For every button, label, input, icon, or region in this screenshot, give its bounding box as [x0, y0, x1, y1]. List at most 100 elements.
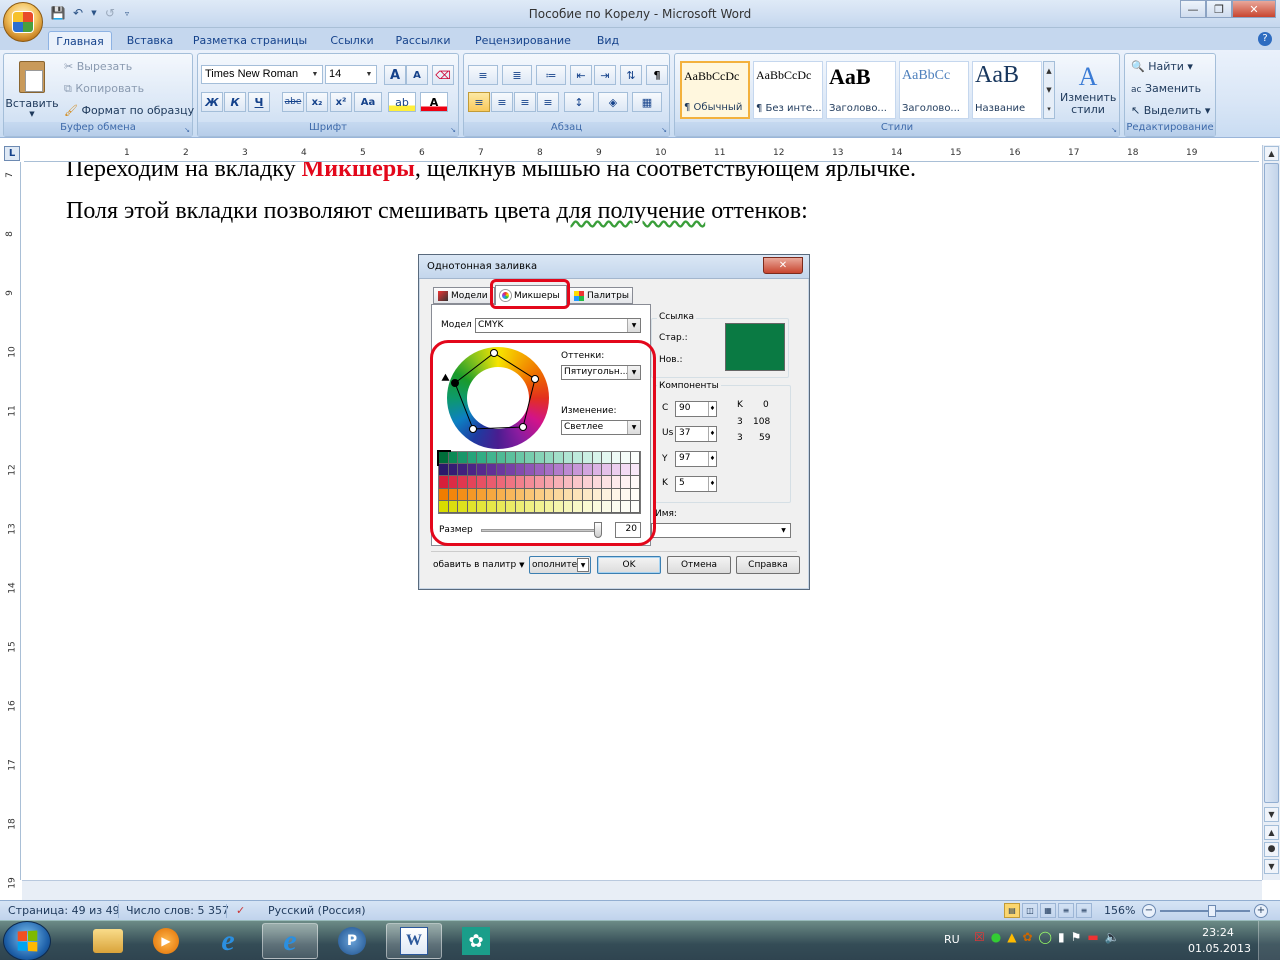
scroll-thumb[interactable]: [1264, 163, 1279, 803]
draft-icon[interactable]: ≡: [1076, 903, 1092, 918]
justify-icon[interactable]: ≡: [537, 92, 559, 112]
scroll-down-icon[interactable]: ▼: [1264, 807, 1279, 822]
dialog-launcher-icon[interactable]: ↘: [1111, 126, 1117, 134]
sort-icon[interactable]: ⇅: [620, 65, 642, 85]
find-button[interactable]: 🔍 Найти ▾: [1131, 60, 1193, 73]
shading-icon[interactable]: ◈: [598, 92, 628, 112]
format-painter-button[interactable]: 🖌 Формат по образцу: [64, 104, 194, 117]
dialog-launcher-icon[interactable]: ↘: [661, 126, 667, 134]
taskbar-ie-active[interactable]: e: [262, 923, 318, 959]
prev-page-icon[interactable]: ▲: [1264, 825, 1279, 840]
shrink-font-button[interactable]: A: [406, 65, 428, 85]
styles-scroll[interactable]: ▲ ▼ ▾: [1043, 61, 1055, 119]
replace-button[interactable]: ac Заменить: [1131, 82, 1201, 95]
strikethrough-button[interactable]: abe: [282, 92, 304, 112]
close-button[interactable]: ✕: [1232, 0, 1276, 18]
taskbar-word[interactable]: W: [386, 923, 442, 959]
office-button[interactable]: [3, 2, 43, 42]
full-screen-reading-icon[interactable]: ◫: [1022, 903, 1038, 918]
help-icon[interactable]: ?: [1258, 32, 1272, 46]
grow-font-button[interactable]: A: [384, 65, 406, 85]
vertical-scrollbar[interactable]: ▲ ▼ ▲ ● ▼: [1262, 145, 1280, 880]
tab-mailings[interactable]: Рассылки: [390, 31, 456, 50]
dialog-launcher-icon[interactable]: ↘: [184, 126, 190, 134]
show-desktop-button[interactable]: [1258, 921, 1280, 960]
style-no-spacing[interactable]: AaBbCcDc ¶ Без инте...: [753, 61, 823, 119]
numbering-icon[interactable]: ≣: [502, 65, 532, 85]
zoom-in-icon[interactable]: +: [1254, 904, 1268, 918]
volume-icon[interactable]: 🔈: [1105, 930, 1120, 944]
tab-selector[interactable]: L: [4, 146, 20, 161]
tab-references[interactable]: Ссылки: [320, 31, 384, 50]
word-count[interactable]: Число слов: 5 357: [126, 904, 229, 917]
font-color-icon[interactable]: A: [420, 92, 448, 112]
tray-circle-icon[interactable]: ◯: [1039, 930, 1052, 944]
taskbar-ie[interactable]: e: [200, 923, 256, 959]
web-layout-icon[interactable]: ▦: [1040, 903, 1056, 918]
zoom-slider-track[interactable]: [1160, 910, 1250, 912]
tray-update-icon[interactable]: ●: [991, 930, 1001, 944]
proofing-icon[interactable]: ✓: [236, 904, 245, 917]
copy-button[interactable]: ⧉ Копировать: [64, 82, 144, 96]
tray-x-icon[interactable]: ☒: [974, 930, 985, 944]
tab-page-layout[interactable]: Разметка страницы: [188, 31, 312, 50]
language-tray[interactable]: RU: [944, 933, 960, 946]
tray-flag-icon[interactable]: ⚑: [1071, 930, 1082, 944]
align-right-icon[interactable]: ≡: [514, 92, 536, 112]
start-button[interactable]: [3, 921, 51, 960]
highlight-color-icon[interactable]: ab: [388, 92, 416, 112]
align-center-icon[interactable]: ≡: [491, 92, 513, 112]
select-button[interactable]: ↖ Выделить ▾: [1131, 104, 1210, 117]
change-styles-button[interactable]: A Изменить стили: [1059, 56, 1117, 122]
zoom-level[interactable]: 156%: [1104, 904, 1135, 917]
horizontal-ruler[interactable]: 1 2 3 4 5 6 7 8 9 10 11 12 13 14 15 16 17 18 19: [24, 145, 1259, 162]
minimize-button[interactable]: —: [1180, 0, 1206, 18]
show-marks-button[interactable]: ¶: [646, 65, 668, 85]
font-name-combo[interactable]: Times New Roman ▼: [201, 65, 323, 84]
subscript-button[interactable]: x₂: [306, 92, 328, 112]
next-page-icon[interactable]: ▼: [1264, 859, 1279, 874]
borders-icon[interactable]: ▦: [632, 92, 662, 112]
italic-button[interactable]: К: [224, 92, 246, 112]
style-heading-1[interactable]: AaB Заголово...: [826, 61, 896, 119]
scroll-up-icon[interactable]: ▲: [1264, 146, 1279, 161]
change-case-button[interactable]: Aa: [354, 92, 382, 112]
page-indicator[interactable]: Страница: 49 из 49: [8, 904, 120, 917]
style-normal[interactable]: AaBbCcDc ¶ Обычный: [680, 61, 750, 119]
bullets-icon[interactable]: ≡: [468, 65, 498, 85]
style-heading-2[interactable]: AaBbCc Заголово...: [899, 61, 969, 119]
underline-button[interactable]: Ч: [248, 92, 270, 112]
taskbar-corel[interactable]: ✿: [448, 923, 504, 959]
tray-fish-icon[interactable]: ✿: [1022, 930, 1032, 944]
decrease-indent-icon[interactable]: ⇤: [570, 65, 592, 85]
taskbar-publisher[interactable]: P: [324, 923, 380, 959]
align-left-icon[interactable]: ≡: [468, 92, 490, 112]
zoom-slider-thumb[interactable]: [1208, 905, 1216, 917]
zoom-out-icon[interactable]: −: [1142, 904, 1156, 918]
font-size-combo[interactable]: 14 ▼: [325, 65, 377, 84]
browse-object-icon[interactable]: ●: [1264, 842, 1279, 857]
language-indicator[interactable]: Русский (Россия): [268, 904, 366, 917]
clear-format-icon[interactable]: ⌫: [432, 65, 454, 85]
increase-indent-icon[interactable]: ⇥: [594, 65, 616, 85]
line-spacing-icon[interactable]: ↕: [564, 92, 594, 112]
taskbar-media-player[interactable]: ▶: [138, 923, 194, 959]
tray-shield-icon[interactable]: ▲: [1007, 930, 1016, 944]
tray-power-icon[interactable]: ▬: [1087, 930, 1098, 944]
cut-button[interactable]: ✂ Вырезать: [64, 60, 132, 73]
tab-review[interactable]: Рецензирование: [466, 31, 580, 50]
tab-home[interactable]: Главная: [48, 31, 112, 50]
vertical-ruler[interactable]: 7 8 9 10 11 12 13 14 15 16 17 18 19: [4, 162, 21, 889]
multilevel-list-icon[interactable]: ≔: [536, 65, 566, 85]
taskbar-explorer[interactable]: [80, 923, 136, 959]
outline-icon[interactable]: ≡: [1058, 903, 1074, 918]
paste-button[interactable]: Вставить ▼: [5, 56, 59, 122]
tab-view[interactable]: Вид: [586, 31, 630, 50]
style-title[interactable]: AaB Название: [972, 61, 1042, 119]
print-layout-icon[interactable]: ▤: [1004, 903, 1020, 918]
tab-insert[interactable]: Вставка: [118, 31, 182, 50]
bold-button[interactable]: Ж: [201, 92, 223, 112]
superscript-button[interactable]: x²: [330, 92, 352, 112]
system-clock[interactable]: 23:24 01.05.2013: [1188, 925, 1251, 957]
dialog-launcher-icon[interactable]: ↘: [450, 126, 456, 134]
